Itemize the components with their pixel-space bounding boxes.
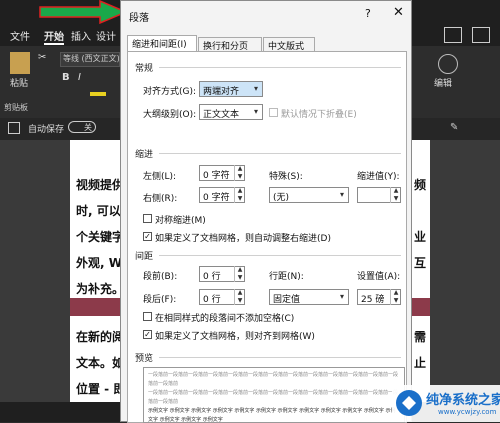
preview-box: 一段落前一段落前一段落前一段落前一段落前一段落前一段落前一段落前一段落前一段落前…	[143, 367, 405, 423]
chevron-down-icon[interactable]: ▾	[336, 290, 348, 304]
collapse-label: 默认情况下折叠(E)	[281, 110, 357, 120]
doc-line-fragment: 频	[414, 178, 427, 192]
right-indent-spinner[interactable]: ▲ ▼	[234, 187, 245, 203]
site-watermark: 纯净系统之家 www.ycwjzy.com	[392, 385, 500, 422]
space-after-spinner[interactable]: ▲ ▼	[234, 289, 245, 305]
spacing-heading: 间距	[135, 252, 154, 262]
doc-line-fragment: 需	[414, 330, 427, 344]
clipboard-group-label: 剪贴板	[4, 103, 28, 112]
left-indent-spinner[interactable]: ▲ ▼	[234, 165, 245, 181]
preview-previous-paragraph: 一段落前一段落前一段落前一段落前一段落前一段落前一段落前一段落前一段落前一段落前…	[148, 372, 399, 387]
line-spacing-at-label: 设置值(A):	[357, 272, 401, 282]
tab-line-page-breaks[interactable]: 换行和分页(P)	[198, 37, 262, 62]
doc-line-fragment: 互	[414, 256, 427, 270]
space-before-label: 段前(B):	[143, 272, 178, 282]
doc-line: 个关键字	[76, 230, 125, 244]
line-spacing-at-spinner[interactable]: ▲ ▼	[390, 289, 401, 305]
outline-level-label: 大纲级别(O):	[143, 110, 197, 120]
green-arrow-annotation	[39, 0, 128, 24]
chevron-down-icon[interactable]: ▾	[250, 82, 262, 96]
preview-sample-text: 示例文字 示例文字 示例文字 示例文字 示例文字 示例文字 示例文字 示例文字 …	[148, 408, 396, 423]
doc-line: 为补充。	[76, 282, 125, 296]
paste-icon[interactable]	[10, 52, 30, 74]
doc-line: 文本。如	[76, 356, 125, 370]
doc-line: 在新的阅	[76, 330, 125, 344]
paintbrush-icon[interactable]: ✎	[450, 122, 458, 133]
editing-label[interactable]: 编辑	[434, 76, 452, 89]
font-name-box[interactable]: 等线 (西文正文)	[60, 52, 120, 67]
highlight-icon[interactable]	[90, 92, 106, 96]
find-icon[interactable]	[438, 54, 458, 74]
auto-adjust-checkbox[interactable]: ✓	[143, 232, 152, 241]
special-label: 特殊(S):	[269, 172, 303, 182]
line-spacing-label: 行距(N):	[269, 272, 304, 282]
space-before-spinner[interactable]: ▲ ▼	[234, 266, 245, 282]
doc-line: 外观, W	[76, 256, 122, 270]
paragraph-dialog: 段落 ? ✕ 缩进和间距(I) 换行和分页(P) 中文版式(H) 常规 对齐方式…	[120, 0, 412, 423]
indent-by-spinner[interactable]: ▲ ▼	[390, 187, 401, 203]
watermark-url: www.ycwjzy.com	[438, 408, 497, 416]
doc-line: 视频提供	[76, 178, 125, 192]
menu-design[interactable]: 设计	[96, 28, 116, 43]
autosave-label: 自动保存	[28, 125, 65, 135]
indentation-heading: 缩进	[135, 150, 154, 160]
watermark-logo-icon	[396, 390, 422, 416]
doc-line: 位置 - 即	[76, 382, 126, 396]
watermark-text: 纯净系统之家	[426, 393, 500, 408]
left-indent-label: 左侧(L):	[143, 172, 177, 182]
document-icon[interactable]	[8, 122, 20, 134]
no-space-same-style-checkbox[interactable]	[143, 312, 152, 321]
bold-icon[interactable]: B	[62, 72, 70, 83]
menu-home[interactable]: 开始	[44, 28, 64, 45]
mirror-indents-label: 对称缩进(M)	[155, 216, 206, 226]
share-icon[interactable]	[444, 27, 462, 43]
cut-icon[interactable]: ✂	[38, 52, 46, 63]
menu-file[interactable]: 文件	[10, 28, 30, 43]
space-after-label: 段后(F):	[143, 295, 177, 305]
comment-icon[interactable]	[472, 27, 490, 43]
tab-asian-typography[interactable]: 中文版式(H)	[263, 37, 315, 62]
menu-insert[interactable]: 插入	[71, 28, 91, 43]
preview-previous-paragraph: 一段落前一段落前一段落前一段落前一段落前一段落前一段落前一段落前一段落前一段落前…	[148, 390, 399, 405]
right-indent-label: 右侧(R):	[143, 194, 178, 204]
preview-heading: 预览	[135, 354, 154, 364]
italic-icon[interactable]: I	[78, 72, 81, 83]
auto-adjust-label: 如果定义了文档网格，则自动调整右缩进(D)	[155, 234, 331, 244]
help-icon[interactable]: ?	[365, 7, 371, 20]
dialog-title: 段落	[129, 13, 149, 24]
doc-line-fragment: 业	[414, 230, 427, 244]
paste-label[interactable]: 粘贴	[10, 76, 28, 89]
doc-line-fragment: 止	[414, 356, 427, 370]
mirror-indents-checkbox[interactable]	[143, 214, 152, 223]
no-space-same-style-label: 在相同样式的段落间不添加空格(C)	[155, 314, 295, 324]
snap-to-grid-label: 如果定义了文档网格，则对齐到网格(W)	[155, 332, 315, 342]
autosave-toggle[interactable]: 关	[68, 121, 96, 133]
general-heading: 常规	[135, 64, 154, 74]
chevron-down-icon[interactable]: ▾	[336, 188, 348, 202]
chevron-down-icon[interactable]: ▾	[250, 105, 262, 119]
alignment-label: 对齐方式(G):	[143, 87, 197, 97]
indent-by-label: 缩进值(Y):	[357, 172, 400, 182]
close-icon[interactable]: ✕	[393, 5, 404, 20]
collapse-checkbox	[269, 108, 278, 117]
snap-to-grid-checkbox[interactable]: ✓	[143, 330, 152, 339]
tab-indents-spacing[interactable]: 缩进和间距(I)	[127, 35, 197, 52]
